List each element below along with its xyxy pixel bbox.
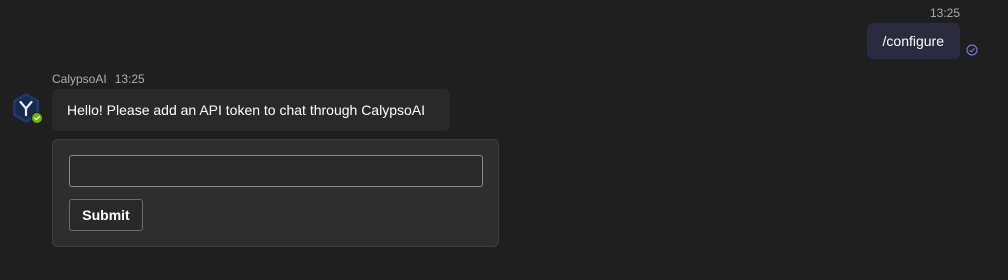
- sender-name: CalypsoAI: [52, 72, 107, 86]
- submit-button-label: Submit: [82, 207, 130, 223]
- adaptive-card: Submit: [52, 139, 499, 247]
- sent-message-time: 13:25: [929, 6, 960, 20]
- received-message-bubble[interactable]: Hello! Please add an API token to chat t…: [52, 89, 450, 131]
- sent-message-bubble[interactable]: /configure: [866, 23, 960, 59]
- avatar[interactable]: [10, 92, 43, 124]
- api-token-input[interactable]: [69, 155, 483, 187]
- submit-button[interactable]: Submit: [69, 199, 143, 231]
- received-message-text: Hello! Please add an API token to chat t…: [67, 102, 426, 118]
- received-message-time: 13:25: [114, 72, 145, 86]
- message-header: CalypsoAI 13:25: [52, 72, 145, 86]
- presence-available-icon: [31, 112, 43, 124]
- check-circle-icon: [966, 44, 978, 56]
- sent-message-text: /configure: [882, 33, 944, 49]
- chat-thread: 13:25 /configure CalypsoAI 13:25 Hello! …: [0, 0, 1008, 280]
